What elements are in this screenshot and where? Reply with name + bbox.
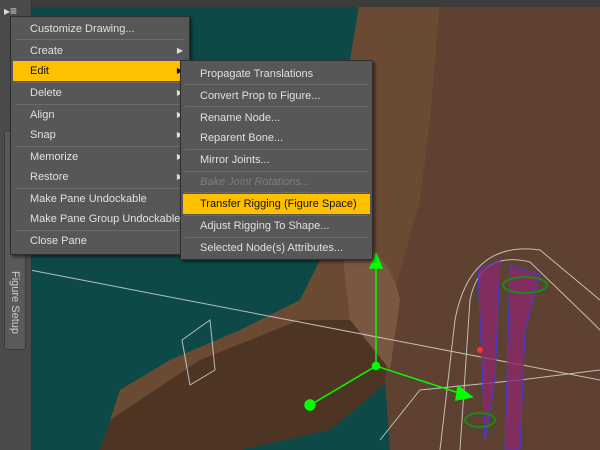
separator — [185, 106, 368, 107]
label: Edit — [30, 65, 49, 77]
menu-item-close-pane[interactable]: Close Pane — [13, 231, 187, 251]
label: Convert Prop to Figure... — [200, 90, 321, 102]
submenu-arrow-icon: ▶ — [176, 46, 183, 55]
separator — [15, 39, 185, 40]
separator — [185, 192, 368, 193]
menu-item-adjust-rigging-to-shape[interactable]: Adjust Rigging To Shape... — [183, 216, 370, 236]
menu-item-rename-node[interactable]: Rename Node... — [183, 108, 370, 128]
label: Transfer Rigging (Figure Space) — [200, 198, 357, 210]
menu-item-create[interactable]: Create ▶ — [13, 41, 187, 61]
label: Rename Node... — [200, 112, 281, 124]
menu-item-snap[interactable]: Snap▶ — [13, 125, 187, 145]
menu-item-make-pane-group-undockable[interactable]: Make Pane Group Undockable — [13, 209, 187, 229]
label: Reparent Bone... — [200, 132, 284, 144]
menu-item-delete[interactable]: Delete▶ — [13, 83, 187, 103]
menu-item-bake-joint-rotations: Bake Joint Rotations... — [183, 172, 370, 192]
menu-item-selected-node-attributes[interactable]: Selected Node(s) Attributes... — [183, 238, 370, 258]
label: Bake Joint Rotations... — [200, 176, 311, 188]
menu-item-convert-prop-to-figure[interactable]: Convert Prop to Figure... — [183, 86, 370, 106]
menu-item-reparent-bone[interactable]: Reparent Bone... — [183, 128, 370, 148]
menu-item-customize-drawing[interactable]: Customize Drawing... — [13, 19, 187, 39]
label: Mirror Joints... — [200, 154, 270, 166]
label: Propagate Translations — [200, 68, 314, 80]
pane-options-menu: Customize Drawing... Create ▶ Edit▶ Delet… — [10, 16, 190, 255]
top-bar — [0, 0, 600, 7]
tab-figure-setup-label: Figure Setup — [9, 271, 21, 334]
menu-item-propagate-translations[interactable]: Propagate Translations — [183, 64, 370, 84]
label: Make Pane Undockable — [30, 193, 147, 205]
menu-item-align[interactable]: Align▶ — [13, 105, 187, 125]
label: Memorize — [30, 151, 79, 163]
menu-item-memorize[interactable]: Memorize▶ — [13, 147, 187, 167]
menu-item-make-pane-undockable[interactable]: Make Pane Undockable — [13, 189, 187, 209]
label: Make Pane Group Undockable — [30, 213, 181, 225]
label: Selected Node(s) Attributes... — [200, 242, 344, 254]
label: Restore — [30, 171, 69, 183]
menu-item-edit[interactable]: Edit▶ — [13, 61, 187, 81]
menu-item-transfer-rigging[interactable]: Transfer Rigging (Figure Space) — [183, 194, 370, 214]
edit-submenu: Propagate Translations Convert Prop to F… — [180, 60, 373, 260]
label: Align — [30, 109, 55, 121]
menu-item-restore[interactable]: Restore▶ — [13, 167, 187, 187]
label: Close Pane — [30, 235, 87, 247]
label: Delete — [30, 87, 62, 99]
label: Create — [30, 45, 64, 57]
menu-item-mirror-joints[interactable]: Mirror Joints... — [183, 150, 370, 170]
label: Snap — [30, 129, 56, 141]
label: Customize Drawing... — [30, 23, 135, 35]
label: Adjust Rigging To Shape... — [200, 220, 330, 232]
separator — [185, 84, 368, 85]
